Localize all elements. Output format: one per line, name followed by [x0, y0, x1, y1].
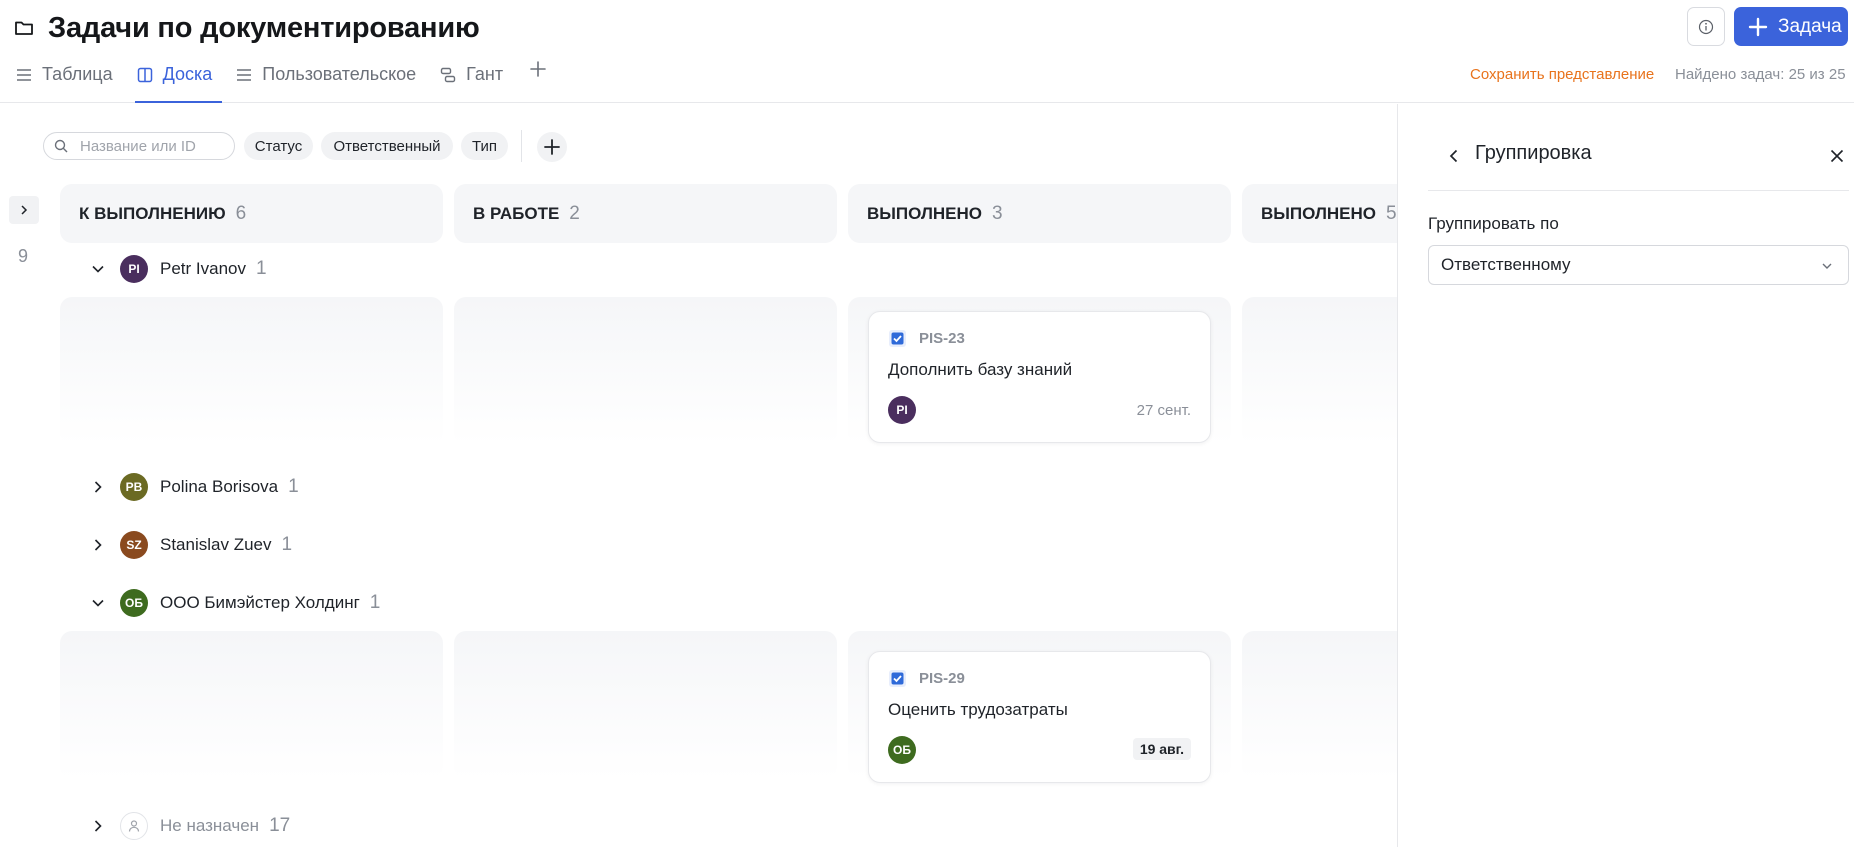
board-cell [60, 631, 443, 779]
tab-custom[interactable]: Пользовательское [234, 60, 424, 103]
group-row[interactable]: SZ Stanislav Zuev 1 [90, 529, 292, 561]
board-cell [60, 297, 443, 445]
task-card[interactable]: PIS-23 Дополнить базу знаний PI 27 сент. [868, 311, 1211, 443]
tab-gantt[interactable]: Гант [438, 60, 511, 103]
board-icon [137, 67, 152, 82]
close-icon[interactable] [1829, 148, 1845, 164]
task-date: 27 сент. [1136, 402, 1191, 419]
board-cell [454, 297, 837, 445]
group-name: Stanislav Zuev [160, 535, 272, 554]
column-name: ВЫПОЛНЕНО [1261, 203, 1376, 223]
tab-label: Пользовательское [262, 64, 417, 84]
task-id-row: PIS-23 [888, 329, 965, 348]
group-row[interactable]: Не назначен 17 [90, 810, 290, 842]
task-card[interactable]: PIS-29 Оценить трудозатраты ОБ 19 авг. [868, 651, 1211, 783]
group-count: 1 [369, 592, 381, 613]
tab-label: Доска [162, 64, 213, 84]
task-type-checkbox-icon [889, 330, 906, 347]
chevron-right-icon[interactable] [90, 479, 106, 495]
plus-icon [1748, 17, 1768, 36]
board-cell [454, 631, 837, 779]
page-title: Задачи по документированию [48, 11, 480, 44]
avatar: PI [888, 396, 916, 424]
add-task-label: Задача [1778, 15, 1842, 37]
group-name: ООО Бимэйстер Холдинг [160, 593, 360, 612]
tab-label: Гант [466, 64, 504, 84]
title-row: Задачи по документированию [14, 10, 480, 46]
group-count: 17 [269, 815, 291, 836]
task-type-checkbox-icon [889, 670, 906, 687]
view-tabs: Таблица Доска Пользовательское Гант [14, 60, 549, 103]
column-header[interactable]: ВЫПОЛНЕНО 5 [1242, 184, 1397, 243]
chevron-down-icon [1822, 263, 1832, 269]
column-name: ВЫПОЛНЕНО [867, 203, 982, 223]
column-name: К ВЫПОЛНЕНИЮ [79, 203, 226, 223]
avatar: PB [120, 473, 148, 501]
list-icon [17, 68, 31, 81]
column-count: 3 [991, 202, 1003, 224]
panel-title: Группировка [1475, 142, 1592, 164]
column-count: 5 [1385, 202, 1397, 224]
group-by-select[interactable]: Ответственному [1428, 245, 1849, 285]
group-row[interactable]: PB Polina Borisova 1 [90, 471, 299, 503]
list-icon [237, 68, 252, 81]
task-title: Дополнить базу знаний [888, 360, 1073, 379]
column-header[interactable]: ВЫПОЛНЕНО 3 [848, 184, 1231, 243]
group-by-label: Группировать по [1428, 214, 1559, 233]
unassigned-avatar [120, 812, 148, 840]
panel-divider [1428, 190, 1849, 191]
column-count: 2 [569, 202, 580, 224]
chevron-down-icon[interactable] [90, 595, 106, 611]
task-title: Оценить трудозатраты [888, 700, 1068, 719]
tab-board[interactable]: Доска [134, 60, 222, 103]
task-date-badge: 19 авг. [1132, 738, 1191, 760]
column-header[interactable]: В РАБОТЕ 2 [454, 184, 837, 243]
group-count: 1 [281, 534, 293, 555]
user-icon [128, 820, 140, 832]
grouping-panel: Группировка Группировать по Ответственно… [1397, 104, 1854, 847]
board-cell [1242, 297, 1397, 445]
tab-label: Таблица [42, 64, 113, 84]
tab-table[interactable]: Таблица [14, 60, 121, 103]
group-name: Petr Ivanov [160, 259, 246, 278]
column-name: В РАБОТЕ [473, 203, 560, 223]
header: Задачи по документированию Задача Таблиц… [0, 0, 1854, 103]
back-arrow-icon[interactable] [1445, 147, 1463, 165]
found-count: Найдено задач: 25 из 25 [1675, 66, 1846, 83]
chevron-right-icon[interactable] [90, 537, 106, 553]
group-count: 1 [256, 258, 267, 279]
save-view-link[interactable]: Сохранить представление [1470, 66, 1654, 83]
gantt-icon [440, 67, 456, 82]
group-row[interactable]: PI Petr Ivanov 1 [90, 253, 267, 285]
kanban-board: К ВЫПОЛНЕНИЮ 6 В РАБОТЕ 2 ВЫПОЛНЕНО 3 ВЫПОЛ… [0, 104, 1397, 847]
group-row[interactable]: ОБ ООО Бимэйстер Холдинг 1 [90, 587, 380, 619]
column-count: 6 [235, 202, 247, 224]
group-count: 1 [288, 476, 299, 497]
chevron-down-icon[interactable] [90, 261, 106, 277]
board-cell [1242, 631, 1397, 779]
column-header[interactable]: К ВЫПОЛНЕНИЮ 6 [60, 184, 443, 243]
add-task-button[interactable]: Задача [1734, 7, 1848, 46]
avatar: ОБ [120, 589, 148, 617]
folder-icon [15, 21, 33, 35]
info-button[interactable] [1687, 7, 1725, 46]
group-name: Polina Borisova [160, 477, 279, 496]
task-id-row: PIS-29 [888, 669, 965, 688]
add-view-icon[interactable] [527, 58, 549, 80]
chevron-right-icon[interactable] [90, 818, 106, 834]
task-id: PIS-23 [919, 330, 965, 347]
avatar: PI [120, 255, 148, 283]
info-icon [1698, 19, 1714, 34]
task-id: PIS-29 [919, 670, 965, 687]
group-name: Не назначен [160, 816, 260, 835]
avatar: SZ [120, 531, 148, 559]
group-by-value: Ответственному [1441, 255, 1571, 274]
avatar: ОБ [888, 736, 916, 764]
